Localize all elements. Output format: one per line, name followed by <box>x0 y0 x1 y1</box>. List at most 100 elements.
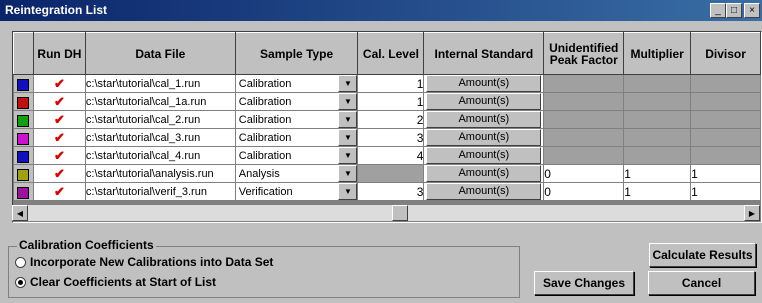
chevron-down-icon[interactable]: ▼ <box>338 75 357 92</box>
sample-type-value: Calibration <box>238 149 292 162</box>
sample-type-cell[interactable]: Verification ▼ <box>234 182 359 201</box>
checkmark-icon[interactable]: ✔ <box>34 166 84 182</box>
row-color-swatch[interactable] <box>13 182 34 201</box>
maximize-icon[interactable]: □ <box>726 3 742 18</box>
amounts-button[interactable]: Amount(s) <box>426 147 542 164</box>
column-header-divisor[interactable]: Divisor <box>690 32 761 75</box>
data-file-cell[interactable]: c:\star\tutorial\cal_1a.run <box>84 92 236 111</box>
sample-type-cell[interactable]: Calibration ▼ <box>234 110 359 129</box>
run-dh-cell[interactable]: ✔ <box>32 128 86 147</box>
internal-standard-cell[interactable]: Amount(s) <box>423 182 545 201</box>
cal-level-cell[interactable] <box>357 164 425 183</box>
amounts-button[interactable]: Amount(s) <box>426 129 542 146</box>
run-dh-cell[interactable]: ✔ <box>32 92 86 111</box>
scroll-track[interactable] <box>28 205 744 221</box>
cal-level-cell[interactable]: 3 <box>357 128 425 147</box>
calculate-results-button[interactable]: Calculate Results <box>649 243 756 267</box>
checkmark-icon[interactable]: ✔ <box>34 112 84 128</box>
table-row[interactable]: ✔ c:\star\tutorial\cal_4.run Calibration ▼ 4… <box>13 146 761 165</box>
checkmark-icon[interactable]: ✔ <box>34 148 84 164</box>
cal-level-cell[interactable]: 4 <box>357 146 425 165</box>
sample-type-cell[interactable]: Analysis ▼ <box>234 164 359 183</box>
checkmark-icon[interactable]: ✔ <box>34 76 84 92</box>
internal-standard-cell[interactable]: Amount(s) <box>423 146 545 165</box>
data-file-cell[interactable]: c:\star\tutorial\cal_3.run <box>84 128 236 147</box>
cal-level-cell[interactable]: 3 <box>357 182 425 201</box>
sample-type-cell[interactable]: Calibration ▼ <box>234 92 359 111</box>
save-changes-button[interactable]: Save Changes <box>534 271 634 295</box>
column-header-cal-level[interactable]: Cal. Level <box>357 32 425 75</box>
internal-standard-cell[interactable]: Amount(s) <box>423 110 545 129</box>
column-header-run-dh[interactable]: Run DH <box>32 32 86 75</box>
sample-type-cell[interactable]: Calibration ▼ <box>234 128 359 147</box>
run-dh-cell[interactable]: ✔ <box>32 110 86 129</box>
data-file-cell[interactable]: c:\star\tutorial\cal_2.run <box>84 110 236 129</box>
table-row[interactable]: ✔ c:\star\tutorial\cal_2.run Calibration ▼ 2… <box>13 110 761 129</box>
run-dh-cell[interactable]: ✔ <box>32 74 86 93</box>
cal-level-cell[interactable]: 1 <box>357 92 425 111</box>
internal-standard-cell[interactable]: Amount(s) <box>423 164 545 183</box>
divisor-cell <box>690 92 761 111</box>
run-dh-cell[interactable]: ✔ <box>32 164 86 183</box>
checkmark-icon[interactable]: ✔ <box>34 94 84 110</box>
scroll-right-icon[interactable]: ▶ <box>744 205 760 221</box>
internal-standard-cell[interactable]: Amount(s) <box>423 128 545 147</box>
peak-factor-cell[interactable]: 0 <box>543 182 625 201</box>
amounts-button[interactable]: Amount(s) <box>426 111 542 128</box>
run-dh-cell[interactable]: ✔ <box>32 182 86 201</box>
row-color-swatch[interactable] <box>13 164 34 183</box>
multiplier-cell[interactable]: 1 <box>623 164 692 183</box>
row-color-swatch[interactable] <box>13 128 34 147</box>
checkmark-icon[interactable]: ✔ <box>34 184 84 200</box>
peak-factor-cell[interactable]: 0 <box>543 164 625 183</box>
chevron-down-icon[interactable]: ▼ <box>338 111 357 128</box>
column-header-internal-standard[interactable]: Internal Standard <box>423 32 545 75</box>
row-color-swatch[interactable] <box>13 92 34 111</box>
chevron-down-icon[interactable]: ▼ <box>338 147 357 164</box>
radio-indicator-icon <box>15 256 26 268</box>
sample-type-cell[interactable]: Calibration ▼ <box>234 74 359 93</box>
amounts-button[interactable]: Amount(s) <box>426 183 542 200</box>
cal-level-cell[interactable]: 1 <box>357 74 425 93</box>
table-row[interactable]: ✔ c:\star\tutorial\cal_1.run Calibration ▼ 1… <box>13 74 761 93</box>
scroll-left-icon[interactable]: ◀ <box>12 205 28 221</box>
incorporate-calibrations-radio[interactable]: Incorporate New Calibrations into Data S… <box>15 255 273 269</box>
row-color-swatch[interactable] <box>13 146 34 165</box>
checkmark-icon[interactable]: ✔ <box>34 130 84 146</box>
sample-type-cell[interactable]: Calibration ▼ <box>234 146 359 165</box>
row-color-swatch[interactable] <box>13 110 34 129</box>
amounts-button[interactable]: Amount(s) <box>426 165 542 182</box>
chevron-down-icon[interactable]: ▼ <box>338 129 357 146</box>
data-file-cell[interactable]: c:\star\tutorial\cal_1.run <box>84 74 236 93</box>
column-header-unidentified-peak-factor[interactable]: Unidentified Peak Factor <box>543 32 625 75</box>
amounts-button[interactable]: Amount(s) <box>426 93 542 110</box>
horizontal-scrollbar[interactable]: ◀ ▶ <box>12 205 760 221</box>
column-header-sample-type[interactable]: Sample Type <box>234 32 359 75</box>
column-header-data-file[interactable]: Data File <box>84 32 236 75</box>
scroll-thumb[interactable] <box>392 205 408 221</box>
internal-standard-cell[interactable]: Amount(s) <box>423 92 545 111</box>
chevron-down-icon[interactable]: ▼ <box>338 183 357 200</box>
amounts-button[interactable]: Amount(s) <box>426 75 542 92</box>
data-file-cell[interactable]: c:\star\tutorial\verif_3.run <box>84 182 236 201</box>
cancel-button[interactable]: Cancel <box>648 271 755 295</box>
multiplier-cell[interactable]: 1 <box>623 182 692 201</box>
table-row[interactable]: ✔ c:\star\tutorial\cal_1a.run Calibration ▼… <box>13 92 761 111</box>
run-dh-cell[interactable]: ✔ <box>32 146 86 165</box>
table-row[interactable]: ✔ c:\star\tutorial\verif_3.run Verificatio… <box>13 182 761 201</box>
clear-coefficients-radio[interactable]: Clear Coefficients at Start of List <box>15 275 216 289</box>
row-color-swatch[interactable] <box>13 74 34 93</box>
data-file-cell[interactable]: c:\star\tutorial\cal_4.run <box>84 146 236 165</box>
divisor-cell[interactable]: 1 <box>690 164 761 183</box>
internal-standard-cell[interactable]: Amount(s) <box>423 74 545 93</box>
column-header-multiplier[interactable]: Multiplier <box>623 32 692 75</box>
chevron-down-icon[interactable]: ▼ <box>338 165 357 182</box>
table-row[interactable]: ✔ c:\star\tutorial\analysis.run Analysis ▼ A… <box>13 164 761 183</box>
data-file-cell[interactable]: c:\star\tutorial\analysis.run <box>84 164 236 183</box>
minimize-icon[interactable]: _ <box>710 3 726 18</box>
chevron-down-icon[interactable]: ▼ <box>338 93 357 110</box>
divisor-cell[interactable]: 1 <box>690 182 761 201</box>
cal-level-cell[interactable]: 2 <box>357 110 425 129</box>
close-icon[interactable]: × <box>744 3 760 18</box>
table-row[interactable]: ✔ c:\star\tutorial\cal_3.run Calibration ▼ 3… <box>13 128 761 147</box>
